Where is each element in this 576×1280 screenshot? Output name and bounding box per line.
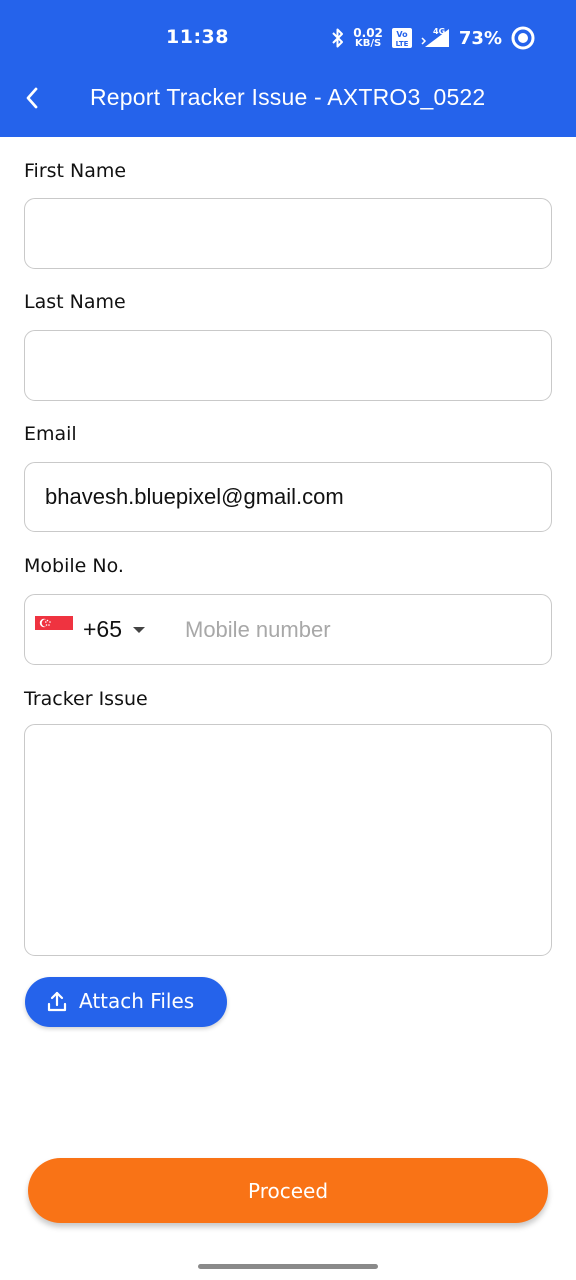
email-input[interactable] xyxy=(25,463,551,531)
toolbar: Report Tracker Issue - AXTRO3_0522 xyxy=(0,76,576,137)
mobile-label: Mobile No. xyxy=(24,555,124,577)
status-icons: 0.02 KB/S Vo LTE 4G 73% xyxy=(331,22,536,54)
home-indicator[interactable] xyxy=(198,1264,378,1269)
dial-code: +65 xyxy=(83,616,123,642)
tracker-issue-label: Tracker Issue xyxy=(24,688,148,710)
app-bar: 11:38 0.02 KB/S Vo LTE 4G 73% Report Tra… xyxy=(0,0,576,137)
net-speed: 0.02 KB/S xyxy=(353,27,383,49)
last-name-label: Last Name xyxy=(24,291,126,313)
last-name-field-box xyxy=(24,330,552,401)
first-name-field-box xyxy=(24,198,552,269)
first-name-input[interactable] xyxy=(25,199,551,268)
email-field-box xyxy=(24,462,552,532)
attach-files-button[interactable]: Attach Files xyxy=(25,977,227,1027)
country-code-picker[interactable]: +65 xyxy=(33,595,146,664)
email-label: Email xyxy=(24,423,77,445)
chevron-left-icon xyxy=(26,87,38,109)
first-name-label: First Name xyxy=(24,160,127,182)
svg-text:LTE: LTE xyxy=(395,40,408,48)
volte-icon: Vo LTE xyxy=(391,27,413,49)
mobile-number-input[interactable] xyxy=(165,595,549,664)
last-name-input[interactable] xyxy=(25,331,551,400)
caret-down-icon xyxy=(132,626,146,634)
upload-icon xyxy=(47,991,67,1012)
page-title: Report Tracker Issue - AXTRO3_0522 xyxy=(90,84,486,110)
battery-ring-icon xyxy=(510,25,536,51)
net-speed-unit: KB/S xyxy=(354,38,382,49)
svg-text:Vo: Vo xyxy=(396,30,408,39)
battery-percent: 73% xyxy=(458,27,502,49)
status-time: 11:38 xyxy=(166,26,229,48)
status-bar: 11:38 0.02 KB/S Vo LTE 4G 73% xyxy=(0,0,576,76)
tracker-issue-box xyxy=(24,724,552,956)
mobile-field-box: +65 xyxy=(24,594,552,665)
signal-4g-icon: 4G xyxy=(421,26,451,50)
bluetooth-icon xyxy=(331,27,345,49)
proceed-button[interactable]: Proceed xyxy=(28,1158,548,1223)
singapore-flag-icon xyxy=(35,615,73,644)
attach-files-label: Attach Files xyxy=(79,989,195,1013)
tracker-issue-textarea[interactable] xyxy=(25,725,551,955)
back-button[interactable] xyxy=(14,80,50,116)
